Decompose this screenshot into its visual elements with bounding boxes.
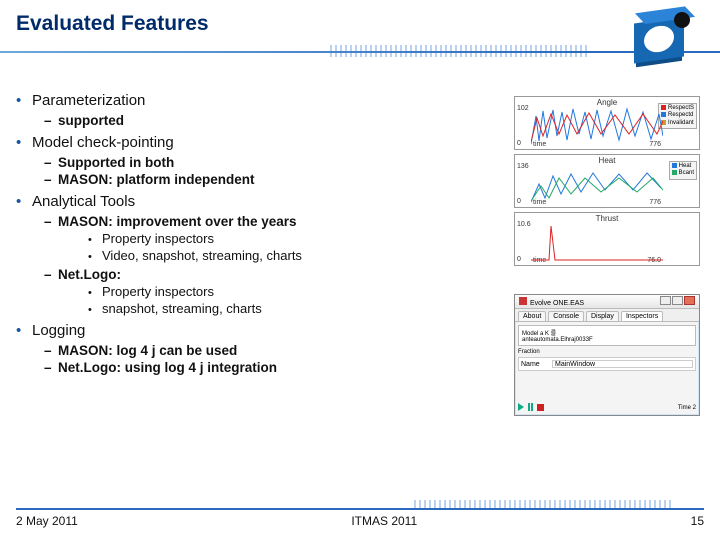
slide-footer: 2 May 2011 ITMAS 2011 15: [16, 508, 704, 528]
window-title: Evolve ONE.EAS: [530, 300, 584, 307]
sub-supported: supported: [44, 113, 476, 128]
footer-date: 2 May 2011: [16, 514, 78, 528]
sub-netlogo: Net.Logo: Property inspectors snapshot, …: [44, 267, 476, 316]
playback-controls: [518, 403, 544, 413]
tab-display: Display: [586, 311, 619, 321]
section-label: Fraction: [518, 349, 696, 355]
subsub-property-inspectors: Property inspectors: [88, 231, 476, 246]
sub-mason-platform: MASON: platform independent: [44, 172, 476, 187]
play-icon: [518, 403, 524, 411]
field-name-row: Name MainWindow: [518, 357, 696, 371]
sub-supported-both: Supported in both: [44, 155, 476, 170]
model-label: Model a K 를: [522, 328, 692, 337]
model-path: anteautomata.Elhraj0033F: [522, 337, 692, 343]
tab-inspectors: Inspectors: [621, 311, 663, 321]
subsub-snapshot-streaming: snapshot, streaming, charts: [88, 301, 476, 316]
sub-netlogo-log4j: Net.Logo: using log 4 j integration: [44, 360, 476, 375]
pause-icon: [528, 403, 530, 411]
tab-about: About: [518, 311, 546, 321]
inspector-window-thumbnail: Evolve ONE.EAS About Console Display Ins…: [514, 294, 700, 416]
tab-console: Console: [548, 311, 584, 321]
chart-thumbnail-angle: Angle 102 0 time 776 RespectS Respectd I…: [514, 96, 700, 150]
bullet-parameterization: Parameterization supported: [16, 92, 476, 128]
slide-body: Parameterization supported Model check-p…: [16, 92, 476, 381]
window-tabs: About Console Display Inspectors: [515, 309, 699, 322]
subsub-property-inspectors-2: Property inspectors: [88, 284, 476, 299]
subsub-video-snapshot: Video, snapshot, streaming, charts: [88, 248, 476, 263]
stop-icon: [537, 404, 544, 411]
window-controls: [659, 296, 695, 307]
bullet-checkpointing: Model check-pointing Supported in both M…: [16, 134, 476, 187]
footer-page-number: 15: [691, 514, 704, 528]
footer-conference: ITMAS 2011: [351, 514, 417, 528]
sub-mason-improvement: MASON: improvement over the years Proper…: [44, 214, 476, 263]
bullet-analytical-tools: Analytical Tools MASON: improvement over…: [16, 193, 476, 316]
app-icon: [519, 297, 527, 305]
organization-logo: [626, 10, 696, 68]
chart-thumbnail-heat: Heat 136 0 time 776 Heat Bcant: [514, 154, 700, 208]
bullet-logging: Logging MASON: log 4 j can be used Net.L…: [16, 322, 476, 375]
sub-mason-log4j: MASON: log 4 j can be used: [44, 343, 476, 358]
title-rule: [0, 42, 720, 60]
slide-title: Evaluated Features: [16, 12, 704, 36]
chart-thumbnail-thrust: Thrust 10.6 0 time 76.0: [514, 212, 700, 266]
